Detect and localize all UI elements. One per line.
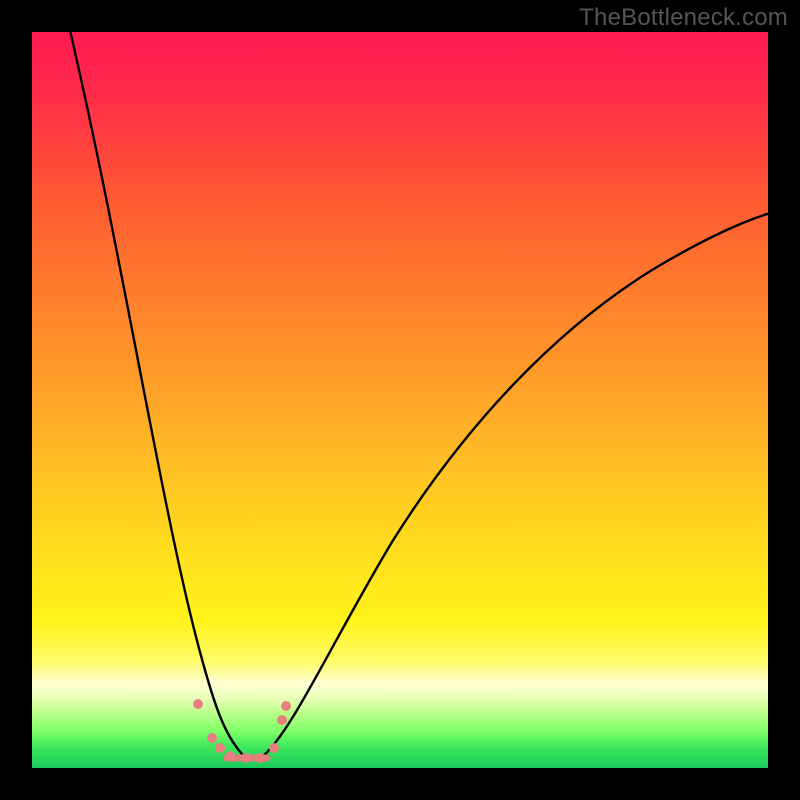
marker-dot (255, 753, 265, 763)
watermark-text: TheBottleneck.com (579, 4, 788, 32)
marker-dot (193, 699, 203, 709)
marker-dot (241, 753, 251, 763)
curve-left-branch (68, 32, 242, 754)
chart-container: TheBottleneck.com (0, 0, 800, 800)
curve-right-branch (262, 212, 768, 757)
marker-dot (207, 733, 217, 743)
marker-dot (269, 743, 279, 753)
marker-dot (281, 701, 291, 711)
bottleneck-curve-svg (32, 32, 768, 768)
plot-area (32, 32, 768, 768)
marker-dot (277, 715, 287, 725)
marker-dot (215, 743, 225, 753)
marker-dot (225, 751, 235, 761)
